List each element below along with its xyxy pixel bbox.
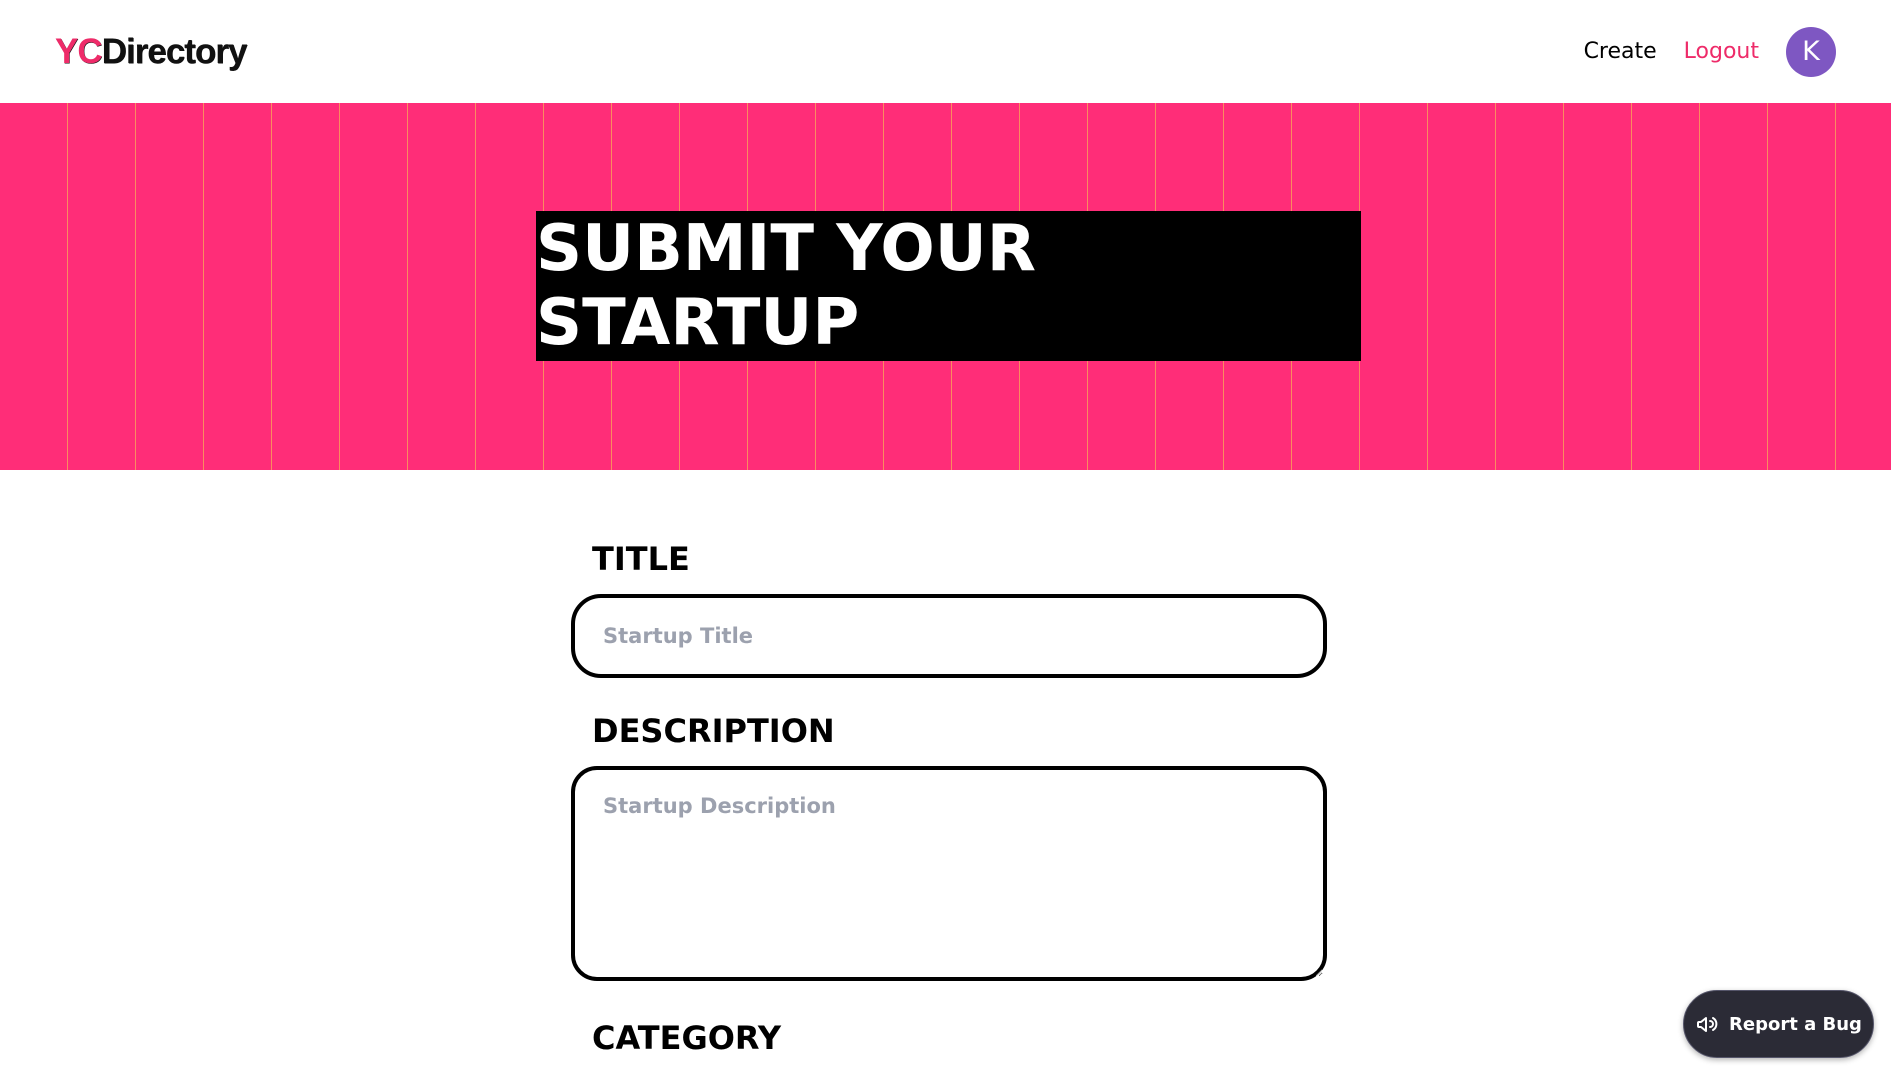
description-label: DESCRIPTION [592,712,835,750]
report-bug-label: Report a Bug [1729,1013,1862,1035]
title-input[interactable] [571,594,1327,678]
startup-form: TITLE DESCRIPTION CATEGORY [571,540,1327,1057]
hero-heading: SUBMIT YOUR STARTUP [536,211,1361,361]
avatar[interactable]: K [1786,26,1836,77]
logo[interactable]: YCDirectory [55,31,248,72]
navbar: YCDirectory Create Logout K [0,0,1891,103]
report-bug-button[interactable]: Report a Bug [1683,990,1874,1058]
nav-right: Create Logout K [1584,26,1836,77]
avatar-initial: K [1802,36,1820,67]
logo-prefix: YC [55,31,103,71]
hero-banner: SUBMIT YOUR STARTUP [0,103,1891,470]
description-textarea[interactable] [571,766,1327,981]
logo-suffix: Directory [101,31,248,71]
logout-link[interactable]: Logout [1684,39,1759,64]
category-label: CATEGORY [592,1019,781,1057]
create-link[interactable]: Create [1584,39,1657,64]
title-label: TITLE [592,540,690,578]
megaphone-icon [1695,1012,1719,1036]
